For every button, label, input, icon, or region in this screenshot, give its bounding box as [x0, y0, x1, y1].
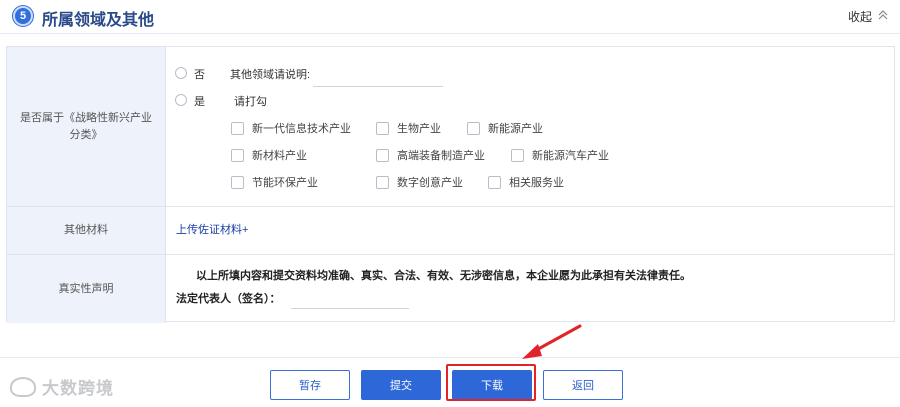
industry-row: 是否属于《战略性新兴产业分类》 否 其他领域请说明: 是 请打勾 新一代信息技术…	[7, 47, 894, 207]
declaration-row-content: 以上所填内容和提交资料均准确、真实、合法、有效、无涉密信息，本企业愿为此承担有关…	[167, 255, 894, 323]
checkbox-digital-creative[interactable]: 数字创意产业	[376, 174, 463, 190]
industry-row-content: 否 其他领域请说明: 是 请打勾 新一代信息技术产业 生物产业 新能源产业 新材…	[167, 47, 894, 206]
collapse-toggle[interactable]: 收起	[848, 8, 888, 25]
checkbox-box[interactable]	[231, 148, 244, 162]
materials-row: 其他材料 上传佐证材料+	[7, 207, 894, 255]
save-draft-button[interactable]: 暂存	[270, 370, 350, 400]
checkbox-box[interactable]	[231, 175, 244, 189]
checkbox-label: 相关服务业	[509, 177, 564, 189]
checkbox-biotech[interactable]: 生物产业	[376, 120, 441, 136]
download-highlight-frame	[446, 364, 536, 401]
section-header: 5 所属领域及其他 收起	[0, 0, 900, 34]
checkbox-box[interactable]	[467, 121, 480, 135]
checkbox-box[interactable]	[376, 175, 389, 189]
materials-row-label: 其他材料	[7, 207, 166, 254]
checkbox-label: 节能环保产业	[252, 177, 318, 189]
checkbox-label: 生物产业	[397, 123, 441, 135]
checkbox-energy-saving[interactable]: 节能环保产业	[231, 174, 318, 190]
submit-button[interactable]: 提交	[361, 370, 441, 400]
upload-materials-link[interactable]: 上传佐证材料+	[176, 221, 248, 237]
signature-label: 法定代表人（签名）：	[176, 293, 281, 305]
radio-no[interactable]	[175, 67, 187, 79]
radio-yes-label: 是	[194, 96, 205, 108]
check-hint: 请打勾	[234, 96, 267, 108]
other-field-label: 其他领域请说明:	[230, 69, 311, 81]
industry-row-label: 是否属于《战略性新兴产业分类》	[7, 47, 166, 206]
chevron-up-double-icon	[878, 10, 888, 23]
checkbox-label: 新能源汽车产业	[532, 150, 609, 162]
checkbox-new-materials[interactable]: 新材料产业	[231, 147, 307, 163]
declaration-text: 以上所填内容和提交资料均准确、真实、合法、有效、无涉密信息，本企业愿为此承担有关…	[196, 270, 691, 282]
checkbox-label: 高端装备制造产业	[397, 150, 485, 162]
checkbox-box[interactable]	[511, 148, 524, 162]
checkbox-new-energy[interactable]: 新能源产业	[467, 120, 543, 136]
watermark: 大数跨境	[10, 374, 114, 399]
declaration-row-label: 真实性声明	[7, 255, 166, 323]
collapse-label: 收起	[847, 10, 872, 24]
checkbox-related-services[interactable]: 相关服务业	[488, 174, 564, 190]
checkbox-next-gen-it[interactable]: 新一代信息技术产业	[231, 120, 351, 136]
checkbox-new-energy-vehicles[interactable]: 新能源汽车产业	[511, 147, 609, 163]
checkbox-box[interactable]	[376, 121, 389, 135]
materials-row-content: 上传佐证材料+	[167, 207, 894, 254]
checkbox-label: 新能源产业	[488, 123, 543, 135]
form-table: 是否属于《战略性新兴产业分类》 否 其他领域请说明: 是 请打勾 新一代信息技术…	[6, 46, 895, 323]
declaration-row: 真实性声明 以上所填内容和提交资料均准确、真实、合法、有效、无涉密信息，本企业愿…	[7, 255, 894, 323]
signature-input[interactable]	[291, 308, 409, 309]
checkbox-label: 新一代信息技术产业	[252, 123, 351, 135]
watermark-text: 大数跨境	[42, 379, 114, 398]
back-button[interactable]: 返回	[543, 370, 623, 400]
checkbox-label: 数字创意产业	[397, 177, 463, 189]
checkbox-high-end-equipment[interactable]: 高端装备制造产业	[376, 147, 485, 163]
radio-no-label: 否	[194, 69, 205, 81]
other-field-input[interactable]	[313, 86, 443, 87]
checkbox-box[interactable]	[231, 121, 244, 135]
section-title: 所属领域及其他	[42, 12, 155, 29]
watermark-logo-icon	[10, 376, 36, 397]
radio-yes[interactable]	[175, 94, 187, 106]
checkbox-box[interactable]	[488, 175, 501, 189]
checkbox-box[interactable]	[376, 148, 389, 162]
checkbox-label: 新材料产业	[252, 150, 307, 162]
step-number-badge: 5	[13, 6, 33, 26]
